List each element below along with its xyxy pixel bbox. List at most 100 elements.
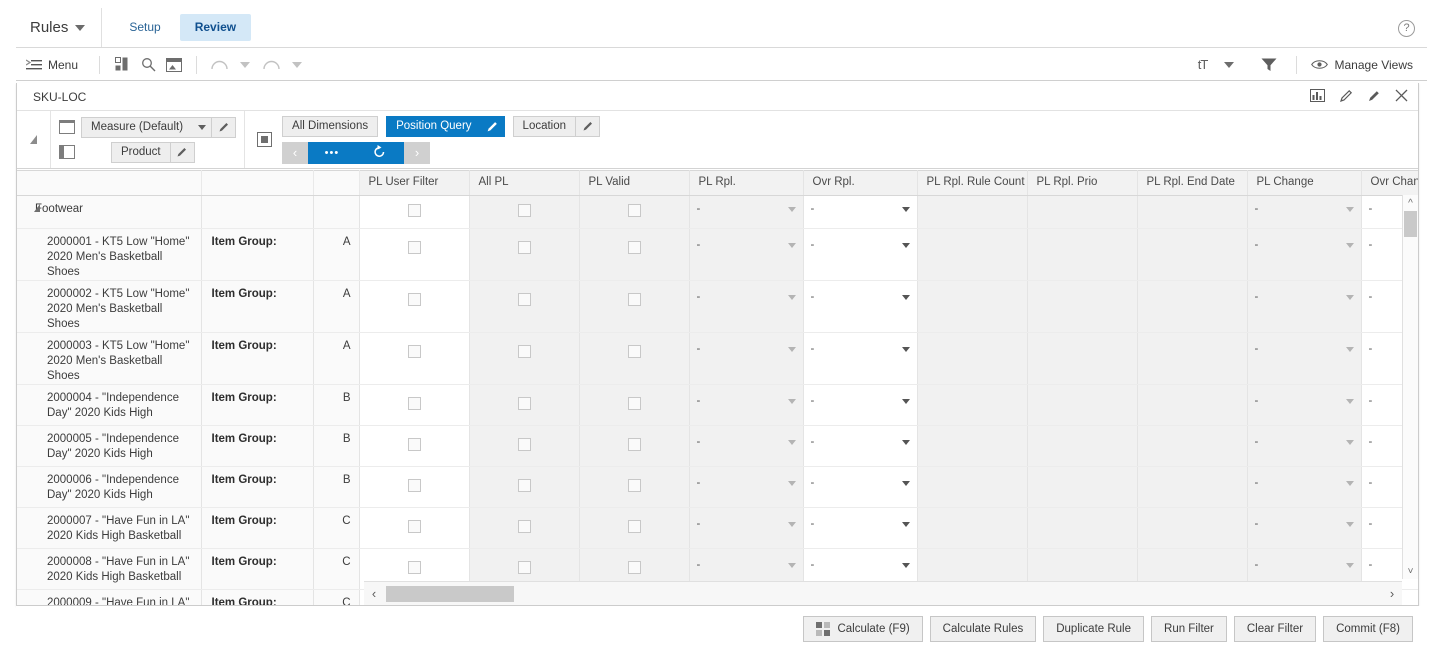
select-control[interactable]: - — [690, 385, 803, 407]
undo-dropdown-icon[interactable] — [232, 54, 258, 76]
text-size-icon[interactable]: tT — [1190, 54, 1216, 76]
chip-position-query[interactable]: Position Query — [386, 115, 505, 137]
cell-pl-rpl[interactable]: - — [689, 384, 804, 426]
select-control[interactable]: - — [1248, 196, 1361, 215]
checkbox[interactable] — [407, 345, 421, 358]
row-name-cell[interactable]: 2000001 - KT5 Low "Home" 2020 Men's Bask… — [17, 228, 202, 281]
row-name-cell[interactable]: Footwear — [17, 195, 202, 229]
cell-pl-change[interactable]: - — [1247, 195, 1362, 229]
table-row[interactable]: 2000004 - "Independence Day" 2020 Kids H… — [17, 384, 1418, 426]
cell-pl-valid[interactable] — [579, 332, 690, 385]
checkbox[interactable] — [627, 204, 641, 217]
header-ovr-change[interactable]: Ovr Change — [1361, 170, 1418, 196]
cell-pl-valid[interactable] — [579, 384, 690, 426]
scroll-right-icon[interactable]: › — [1382, 586, 1402, 601]
select-control[interactable]: - — [1248, 333, 1361, 355]
cell-pl-change[interactable]: - — [1247, 425, 1362, 467]
cell-all-pl[interactable] — [469, 425, 580, 467]
cell-ovr-rpl[interactable]: - — [803, 332, 918, 385]
select-control[interactable]: - — [690, 508, 803, 530]
scroll-up-icon[interactable]: ^ — [1403, 195, 1418, 211]
table-group-row[interactable]: Footwear - - - - — [17, 195, 1418, 229]
header-pl-rpl[interactable]: PL Rpl. — [689, 170, 804, 196]
select-control[interactable]: - — [690, 229, 803, 251]
cell-all-pl[interactable] — [469, 228, 580, 281]
cell-pl-change[interactable]: - — [1247, 228, 1362, 281]
cell-pl-change[interactable]: - — [1247, 466, 1362, 508]
cell-ovr-rpl[interactable]: - — [803, 507, 918, 549]
row-name-cell[interactable]: 2000002 - KT5 Low "Home" 2020 Men's Bask… — [17, 280, 202, 333]
measure-edit-pencil-icon[interactable] — [212, 121, 235, 133]
cell-pl-valid[interactable] — [579, 195, 690, 229]
cell-all-pl[interactable] — [469, 384, 580, 426]
commit-button[interactable]: Commit (F8) — [1323, 616, 1413, 642]
cell-pl-rpl[interactable]: - — [689, 425, 804, 467]
scroll-left-icon[interactable]: ‹ — [364, 586, 384, 601]
select-control[interactable]: - — [804, 196, 917, 215]
cell-pl-valid[interactable] — [579, 507, 690, 549]
checkbox[interactable] — [517, 241, 531, 254]
cell-pl-valid[interactable] — [579, 466, 690, 508]
select-control[interactable]: - — [804, 281, 917, 303]
grid-icon[interactable] — [109, 54, 135, 76]
chevron-down-icon[interactable] — [787, 480, 796, 486]
checkbox[interactable] — [627, 479, 641, 492]
header-pl-valid[interactable]: PL Valid — [579, 170, 690, 196]
chevron-down-icon[interactable] — [1345, 206, 1354, 212]
cell-all-pl[interactable] — [469, 466, 580, 508]
position-query-edit-pencil-icon[interactable] — [481, 120, 504, 133]
cell-pl-user-filter[interactable] — [359, 228, 470, 281]
checkbox[interactable] — [407, 479, 421, 492]
table-row[interactable]: 2000007 - "Have Fun in LA" 2020 Kids Hig… — [17, 507, 1418, 549]
cell-pl-valid[interactable] — [579, 228, 690, 281]
checkbox[interactable] — [407, 438, 421, 451]
edit-alt-icon[interactable] — [1367, 89, 1381, 106]
table-row[interactable]: 2000002 - KT5 Low "Home" 2020 Men's Bask… — [17, 280, 1418, 333]
row-name-cell[interactable]: 2000006 - "Independence Day" 2020 Kids H… — [17, 466, 202, 508]
toolbar-menu-button[interactable]: Menu — [16, 58, 90, 72]
checkbox[interactable] — [407, 293, 421, 306]
checkbox[interactable] — [627, 397, 641, 410]
chevron-down-icon[interactable] — [1345, 294, 1354, 300]
cell-pl-user-filter[interactable] — [359, 507, 470, 549]
cell-pl-rpl[interactable]: - — [689, 228, 804, 281]
chip-all-dimensions[interactable]: All Dimensions — [282, 115, 379, 137]
checkbox[interactable] — [407, 204, 421, 217]
nav-more-button[interactable]: ••• — [325, 147, 340, 159]
chevron-down-icon[interactable] — [901, 346, 910, 352]
vertical-scroll-thumb[interactable] — [1404, 211, 1417, 237]
row-name-cell[interactable]: 2000005 - "Independence Day" 2020 Kids H… — [17, 425, 202, 467]
select-control[interactable]: - — [1248, 281, 1361, 303]
chevron-down-icon[interactable] — [901, 242, 910, 248]
chevron-down-icon[interactable] — [1345, 398, 1354, 404]
grid-vertical-scrollbar[interactable]: ^ ˅ — [1402, 195, 1418, 579]
chevron-down-icon[interactable] — [1345, 562, 1354, 568]
checkbox[interactable] — [517, 438, 531, 451]
cell-all-pl[interactable] — [469, 507, 580, 549]
cell-ovr-rpl[interactable]: - — [803, 228, 918, 281]
checkbox[interactable] — [627, 241, 641, 254]
chevron-down-icon[interactable] — [787, 521, 796, 527]
header-pl-rpl-rule-count[interactable]: PL Rpl. Rule Count — [917, 170, 1028, 196]
select-control[interactable]: - — [804, 229, 917, 251]
select-control[interactable]: - — [804, 549, 917, 571]
checkbox[interactable] — [517, 293, 531, 306]
cell-pl-valid[interactable] — [579, 425, 690, 467]
chevron-down-icon[interactable] — [1345, 346, 1354, 352]
product-edit-pencil-icon[interactable] — [171, 146, 194, 158]
edit-icon[interactable] — [1339, 89, 1353, 106]
select-control[interactable]: - — [804, 333, 917, 355]
close-icon[interactable] — [1395, 89, 1408, 105]
chevron-down-icon[interactable] — [901, 398, 910, 404]
checkbox[interactable] — [627, 520, 641, 533]
checkbox[interactable] — [517, 561, 531, 574]
cell-pl-rpl[interactable]: - — [689, 507, 804, 549]
select-control[interactable]: - — [1248, 467, 1361, 489]
select-control[interactable]: - — [804, 426, 917, 448]
run-filter-button[interactable]: Run Filter — [1151, 616, 1227, 642]
group-expand-triangle-icon[interactable] — [34, 204, 40, 212]
select-control[interactable]: - — [690, 196, 803, 215]
cell-pl-change[interactable]: - — [1247, 280, 1362, 333]
chevron-down-icon[interactable] — [787, 242, 796, 248]
header-all-pl[interactable]: All PL — [469, 170, 580, 196]
